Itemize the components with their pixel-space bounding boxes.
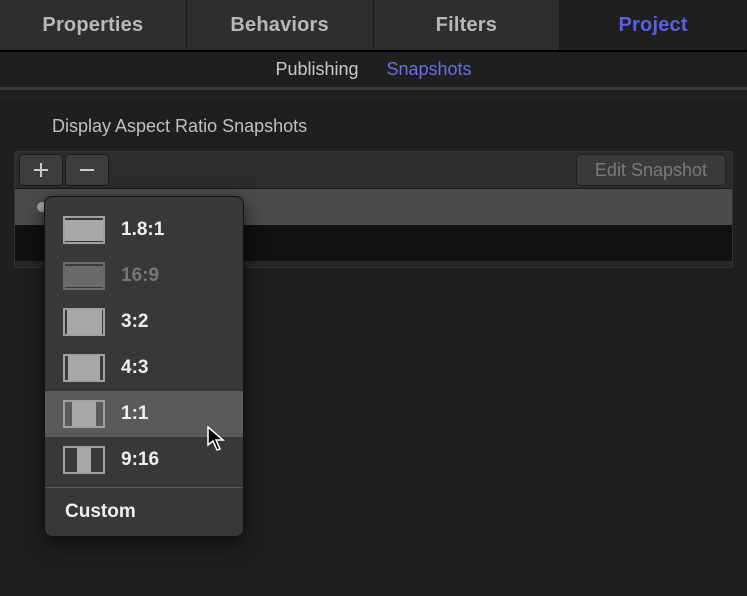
aspect-menu-item-4-3[interactable]: 4:3 (45, 345, 243, 391)
aspect-swatch-icon (63, 262, 105, 290)
aspect-swatch-icon (63, 400, 105, 428)
aspect-swatch-icon (63, 216, 105, 244)
aspect-menu-item-1-8-1[interactable]: 1.8:1 (45, 207, 243, 253)
aspect-ratio-menu: 1.8:1 16:9 3:2 4:3 1:1 9:16 Custom (44, 196, 244, 537)
aspect-menu-item-16-9: 16:9 (45, 253, 243, 299)
aspect-swatch-icon (63, 354, 105, 382)
aspect-swatch-icon (63, 308, 105, 336)
tab-properties[interactable]: Properties (0, 0, 187, 50)
aspect-menu-item-1-1[interactable]: 1:1 (45, 391, 243, 437)
aspect-menu-label: 1:1 (121, 403, 148, 425)
tab-filters[interactable]: Filters (374, 0, 561, 50)
aspect-menu-label: 4:3 (121, 357, 148, 379)
subtab-publishing[interactable]: Publishing (275, 59, 358, 80)
aspect-menu-item-3-2[interactable]: 3:2 (45, 299, 243, 345)
aspect-menu-label: 3:2 (121, 311, 148, 333)
add-snapshot-button[interactable] (19, 154, 63, 186)
minus-icon (79, 162, 95, 178)
aspect-menu-label: 9:16 (121, 449, 159, 471)
aspect-menu-label: 16:9 (121, 265, 159, 287)
inspector-tabs: Properties Behaviors Filters Project (0, 0, 747, 52)
aspect-menu-item-9-16[interactable]: 9:16 (45, 437, 243, 483)
project-subtabs: Publishing Snapshots (0, 52, 747, 88)
tab-project[interactable]: Project (560, 0, 747, 50)
tab-behaviors[interactable]: Behaviors (187, 0, 374, 50)
aspect-menu-label: 1.8:1 (121, 219, 164, 241)
section-title: Display Aspect Ratio Snapshots (0, 98, 747, 151)
divider (0, 90, 747, 98)
remove-snapshot-button[interactable] (65, 154, 109, 186)
edit-snapshot-button[interactable]: Edit Snapshot (576, 154, 726, 186)
subtab-snapshots[interactable]: Snapshots (387, 59, 472, 80)
aspect-swatch-icon (63, 446, 105, 474)
snapshots-toolbar: Edit Snapshot (15, 152, 732, 188)
plus-icon (33, 162, 49, 178)
aspect-menu-item-custom[interactable]: Custom (45, 488, 243, 536)
